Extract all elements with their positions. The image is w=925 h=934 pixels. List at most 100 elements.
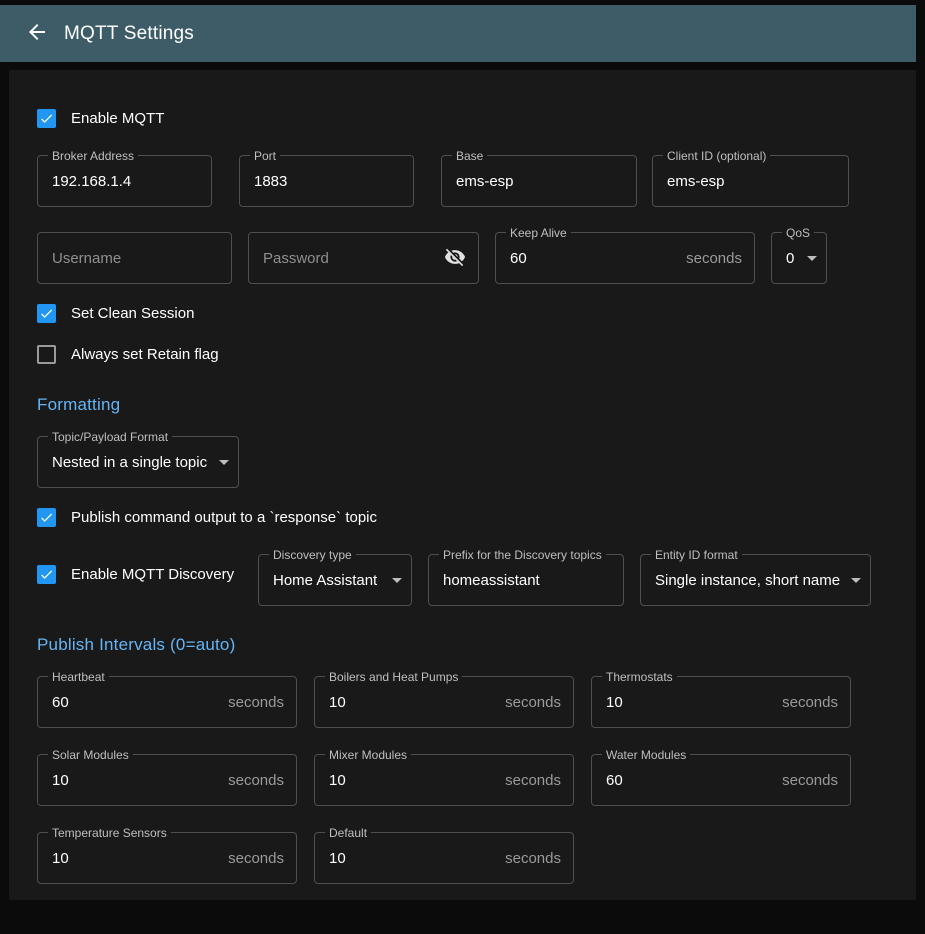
qos-select[interactable]: QoS 0 [771,232,827,284]
discovery-type-value: Home Assistant [273,572,385,589]
app-bar: MQTT Settings [0,5,916,62]
checkbox-label: Enable MQTT Discovery [71,566,234,583]
field-label: Default [325,825,371,841]
checkbox-label: Always set Retain flag [71,346,219,363]
field-label: QoS [782,225,814,241]
checkbox-label: Enable MQTT [71,110,164,127]
field-label: Entity ID format [651,547,742,563]
field-label: Port [250,148,280,164]
port-input[interactable] [254,173,401,190]
topic-format-value: Nested in a single topic [52,454,212,471]
discovery-type-select[interactable]: Discovery type Home Assistant [258,554,412,606]
checkbox-label: Set Clean Session [71,305,194,322]
field-label: Heartbeat [48,669,109,685]
publish-intervals-heading: Publish Intervals (0=auto) [37,635,888,655]
qos-value: 0 [786,250,800,267]
seconds-suffix: seconds [782,694,838,711]
username-input[interactable] [52,250,219,267]
solar-modules-input[interactable] [52,772,220,789]
default-interval-field: Default seconds [314,832,574,884]
field-label: Temperature Sensors [48,825,171,841]
dropdown-arrow-icon [844,568,868,592]
field-label: Client ID (optional) [663,148,770,164]
credentials-row: Keep Alive seconds QoS 0 [37,232,888,284]
mixer-modules-input[interactable] [329,772,497,789]
water-modules-input[interactable] [606,772,774,789]
checkbox-checked-icon [37,304,56,323]
field-label: Discovery type [269,547,356,563]
dropdown-arrow-icon [212,450,236,474]
field-label: Thermostats [602,669,677,685]
discovery-prefix-field: Prefix for the Discovery topics [428,554,624,606]
water-modules-field: Water Modules seconds [591,754,851,806]
entity-id-format-value: Single instance, short name [655,572,844,589]
dropdown-arrow-icon [385,568,409,592]
field-label: Topic/Payload Format [48,429,172,445]
broker-fields-row: Broker Address Port Base Client ID (opti… [37,155,888,207]
field-label: Boilers and Heat Pumps [325,669,462,685]
visibility-off-icon [444,246,466,271]
publish-response-checkbox[interactable]: Publish command output to a `response` t… [37,507,888,527]
broker-address-input[interactable] [52,173,199,190]
checkbox-checked-icon [37,508,56,527]
field-label: Broker Address [48,148,138,164]
formatting-heading: Formatting [37,395,888,415]
client-id-input[interactable] [667,173,836,190]
base-field: Base [441,155,637,207]
enable-discovery-checkbox[interactable]: Enable MQTT Discovery [37,564,258,584]
toggle-password-visibility-button[interactable] [444,246,466,271]
heartbeat-field: Heartbeat seconds [37,676,297,728]
temperature-sensors-field: Temperature Sensors seconds [37,832,297,884]
topic-format-row: Topic/Payload Format Nested in a single … [37,436,888,488]
password-field [248,232,479,284]
mqtt-settings-panel: Enable MQTT Broker Address Port Base Cli… [9,70,916,900]
solar-modules-field: Solar Modules seconds [37,754,297,806]
seconds-suffix: seconds [228,694,284,711]
boilers-field: Boilers and Heat Pumps seconds [314,676,574,728]
dropdown-arrow-icon [800,246,824,270]
heartbeat-input[interactable] [52,694,220,711]
field-label: Prefix for the Discovery topics [439,547,606,563]
seconds-suffix: seconds [505,850,561,867]
keep-alive-input[interactable] [510,250,678,267]
broker-address-field: Broker Address [37,155,212,207]
page-title: MQTT Settings [64,23,194,45]
seconds-suffix: seconds [686,250,742,267]
seconds-suffix: seconds [505,694,561,711]
temperature-sensors-input[interactable] [52,850,220,867]
discovery-prefix-input[interactable] [443,572,611,589]
client-id-field: Client ID (optional) [652,155,849,207]
field-label: Water Modules [602,747,690,763]
checkbox-unchecked-icon [37,345,56,364]
checkbox-label: Publish command output to a `response` t… [71,509,377,526]
username-field [37,232,232,284]
checkbox-checked-icon [37,109,56,128]
back-button[interactable] [25,20,49,47]
thermostats-input[interactable] [606,694,774,711]
entity-id-format-select[interactable]: Entity ID format Single instance, short … [640,554,871,606]
mixer-modules-field: Mixer Modules seconds [314,754,574,806]
thermostats-field: Thermostats seconds [591,676,851,728]
discovery-row: Enable MQTT Discovery Discovery type Hom… [37,554,888,606]
back-arrow-icon [25,20,49,47]
seconds-suffix: seconds [228,772,284,789]
field-label: Solar Modules [48,747,133,763]
intervals-grid: Heartbeat seconds Boilers and Heat Pumps… [37,676,888,884]
default-interval-input[interactable] [329,850,497,867]
checkbox-checked-icon [37,565,56,584]
base-input[interactable] [456,173,624,190]
seconds-suffix: seconds [782,772,838,789]
port-field: Port [239,155,414,207]
clean-session-checkbox[interactable]: Set Clean Session [37,303,888,323]
field-label: Base [452,148,487,164]
field-label: Keep Alive [506,225,571,241]
password-input[interactable] [263,250,438,267]
topic-payload-format-select[interactable]: Topic/Payload Format Nested in a single … [37,436,239,488]
retain-flag-checkbox[interactable]: Always set Retain flag [37,344,888,364]
boilers-input[interactable] [329,694,497,711]
enable-mqtt-checkbox[interactable]: Enable MQTT [37,108,888,128]
keep-alive-field: Keep Alive seconds [495,232,755,284]
seconds-suffix: seconds [505,772,561,789]
field-label: Mixer Modules [325,747,411,763]
seconds-suffix: seconds [228,850,284,867]
